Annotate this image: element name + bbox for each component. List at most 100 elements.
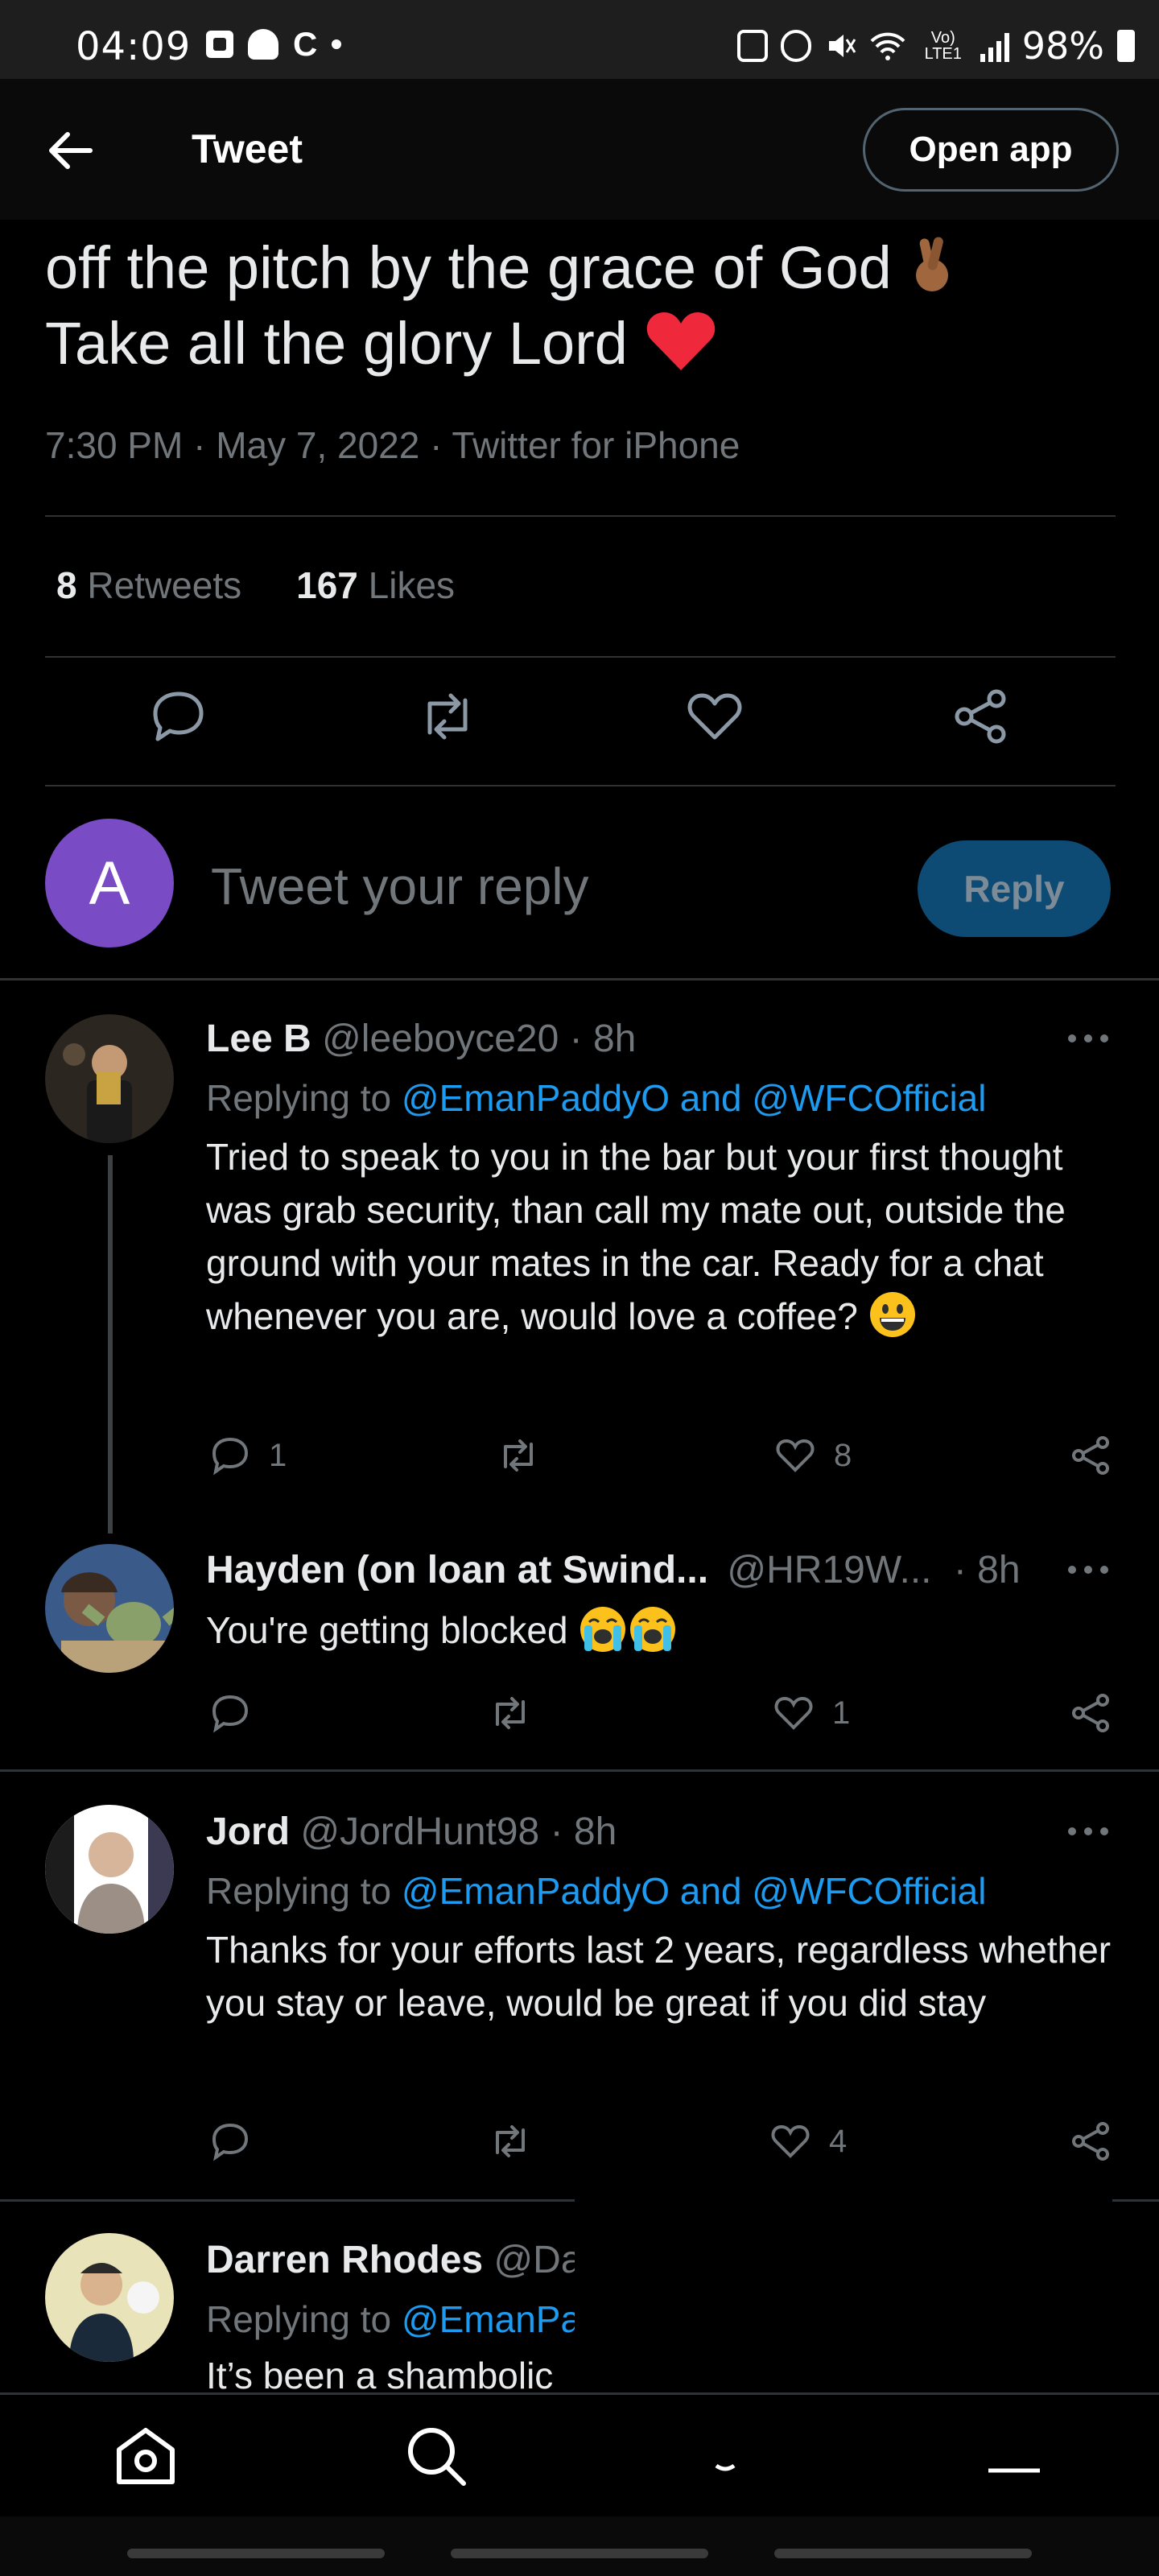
search-icon[interactable] [399, 2419, 472, 2491]
tweet-actions [0, 684, 1159, 757]
likes-stat[interactable]: 167 Likes [296, 564, 455, 607]
reply-text: Thanks for your efforts last 2 years, re… [206, 1929, 1112, 2024]
messages-icon[interactable] [979, 2419, 1051, 2491]
reply-author[interactable]: Lee B @leeboyce20 · 8h [206, 1017, 636, 1061]
status-bar: 04:09 C Vo) LTE1 98% [0, 0, 1159, 79]
reply-action[interactable] [208, 2117, 253, 2165]
avatar[interactable] [45, 1805, 174, 1934]
gesture-bar [0, 2516, 1159, 2576]
alarm-icon [780, 30, 811, 62]
mention-link[interactable]: @EmanPaddyO and @WFCOfficial [402, 1077, 987, 1119]
reply-actions: 4 [0, 2117, 1159, 2165]
like-icon [771, 2124, 810, 2158]
retweet-icon [496, 2125, 525, 2157]
likes-label: Likes [368, 564, 456, 606]
reply-icon [212, 2123, 249, 2161]
snapchat-icon [248, 29, 278, 60]
like-icon [776, 1439, 815, 1472]
mute-icon [828, 35, 856, 57]
home-icon[interactable] [109, 2419, 182, 2491]
tweet-line-2: Take all the glory Lord [45, 310, 628, 377]
reply-icon[interactable] [146, 684, 211, 749]
share-action[interactable] [1069, 1431, 1114, 1480]
wifi-icon [870, 32, 905, 60]
share-icon [1072, 1436, 1109, 1475]
like-action[interactable]: 4 [768, 2117, 847, 2165]
reply-author[interactable]: Hayden (on loan at Swind... @HR19W... · … [206, 1548, 1059, 1592]
battery-icon [1117, 30, 1135, 62]
like-action[interactable]: 8 [773, 1431, 852, 1480]
avatar[interactable] [45, 1544, 174, 1673]
status-time: 04:09 [76, 24, 192, 69]
red-heart-emoji [646, 312, 715, 370]
reply-author[interactable]: Jord @JordHunt98 · 8h [206, 1810, 617, 1854]
avatar[interactable] [45, 1014, 174, 1143]
recycle-icon [736, 30, 768, 62]
gesture-segment [774, 2549, 1032, 2558]
dot-icon [332, 39, 342, 49]
retweet-icon[interactable] [415, 684, 480, 749]
divider [45, 785, 1116, 786]
reply-text: Tried to speak to you in the bar but you… [206, 1136, 1066, 1337]
share-icon [1072, 1694, 1109, 1732]
retweet-icon [496, 1697, 525, 1729]
more-options-icon[interactable] [1064, 1823, 1112, 1839]
mention-link[interactable]: @EmanPa [402, 2298, 581, 2340]
status-left-icons: C [206, 25, 342, 63]
retweet-action[interactable] [488, 2117, 533, 2165]
gesture-segment [451, 2549, 708, 2558]
separator [0, 1769, 1159, 1772]
like-count: 8 [834, 1437, 852, 1473]
share-action[interactable] [1069, 2117, 1114, 2165]
divider [45, 656, 1116, 658]
tweet-stats: 8 Retweets 167 Likes [56, 564, 455, 607]
gesture-segment [127, 2549, 385, 2558]
c-icon: C [293, 25, 318, 63]
share-icon[interactable] [950, 684, 1014, 749]
retweet-icon [504, 1439, 533, 1472]
reply-icon [212, 1437, 249, 1476]
like-action[interactable]: 1 [771, 1689, 850, 1737]
tweet-line-1: off the pitch by the grace of God [45, 234, 892, 301]
back-arrow-icon[interactable] [42, 122, 98, 179]
replying-to: Replying to @EmanPaddyO and @WFCOfficial [206, 1870, 987, 1912]
reply-action[interactable]: 1 [208, 1431, 287, 1480]
top-header: Tweet Open app [0, 79, 1159, 220]
retweets-label: Retweets [87, 564, 242, 606]
tweet-meta: 7:30 PM · May 7, 2022 · Twitter for iPho… [45, 424, 740, 466]
reply-author[interactable]: Darren Rhodes @Da [206, 2238, 583, 2282]
mention-link[interactable]: @EmanPaddyO and @WFCOfficial [402, 1870, 987, 1912]
avatar[interactable] [45, 2233, 174, 2362]
crossed-fingers-emoji [916, 237, 949, 291]
composer-avatar[interactable]: A [45, 819, 174, 947]
reply-count: 1 [269, 1437, 287, 1473]
notifications-icon[interactable] [689, 2419, 761, 2491]
replying-to: Replying to @EmanPa [206, 2298, 582, 2340]
overlay-panel [575, 2198, 1112, 2399]
reply-action[interactable] [208, 1689, 253, 1737]
share-action[interactable] [1069, 1689, 1114, 1737]
separator [0, 978, 1159, 980]
retweet-action[interactable] [488, 1689, 533, 1737]
bottom-nav [0, 2392, 1159, 2516]
replying-to: Replying to @EmanPaddyO and @WFCOfficial [206, 1077, 987, 1119]
more-options-icon[interactable] [1064, 1030, 1112, 1046]
notification-square-icon [206, 31, 233, 58]
retweet-action[interactable] [496, 1431, 541, 1480]
reply-text: You're getting blocked [206, 1604, 1116, 1657]
tweet-text: off the pitch by the grace of God Take a… [45, 230, 956, 382]
like-count: 1 [832, 1695, 851, 1731]
reply-input[interactable]: Tweet your reply [211, 857, 589, 916]
open-app-button[interactable]: Open app [863, 108, 1119, 192]
reply-button[interactable]: Reply [918, 840, 1111, 937]
network-label: Vo) LTE1 [924, 29, 962, 63]
reply-actions: 1 8 [0, 1431, 1159, 1480]
more-options-icon[interactable] [1064, 1562, 1112, 1578]
like-icon [774, 1696, 813, 1730]
like-icon[interactable] [683, 684, 747, 749]
page-title: Tweet [192, 126, 303, 171]
grinning-face-emoji [869, 1292, 915, 1337]
retweets-stat[interactable]: 8 Retweets [56, 564, 241, 607]
retweets-count: 8 [56, 564, 77, 606]
signal-icon [980, 30, 1009, 62]
